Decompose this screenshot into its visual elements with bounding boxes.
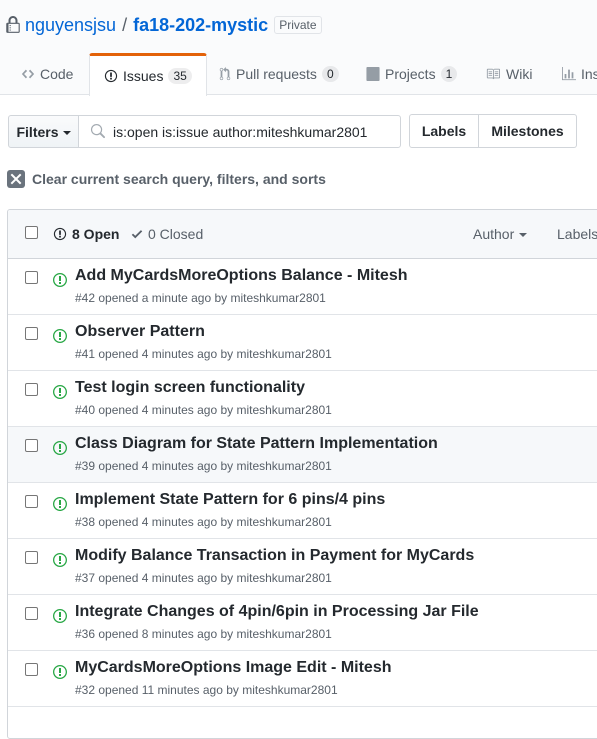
closed-issues-toggle[interactable]: 0 Closed bbox=[131, 226, 203, 242]
issue-opened-icon bbox=[53, 497, 67, 511]
issue-opened-icon bbox=[53, 273, 67, 287]
issue-row[interactable]: Add MyCardsMoreOptions Balance - Mitesh #… bbox=[8, 259, 597, 315]
tab-projects[interactable]: Projects 1 bbox=[352, 53, 471, 95]
issue-row[interactable]: Class Diagram for State Pattern Implemen… bbox=[8, 427, 597, 483]
tab-insights-label: Ins bbox=[581, 66, 597, 82]
issue-opened-icon bbox=[53, 441, 67, 455]
issue-checkbox[interactable] bbox=[25, 271, 38, 284]
issue-meta: #41 opened 4 minutes ago by miteshkumar2… bbox=[75, 347, 332, 361]
close-icon bbox=[7, 170, 25, 188]
issue-meta: #39 opened 4 minutes ago by miteshkumar2… bbox=[75, 459, 332, 473]
tab-pull-requests-label: Pull requests bbox=[236, 66, 317, 82]
tab-code[interactable]: Code bbox=[7, 53, 87, 95]
issue-rows: Add MyCardsMoreOptions Balance - Mitesh #… bbox=[8, 259, 597, 707]
issue-row[interactable]: Implement State Pattern for 6 pins/4 pin… bbox=[8, 483, 597, 539]
issues-search-input[interactable] bbox=[113, 123, 393, 140]
private-badge: Private bbox=[274, 16, 322, 34]
issue-title-link[interactable]: Add MyCardsMoreOptions Balance - Mitesh bbox=[75, 267, 408, 285]
repo-header: nguyensjsu / fa18-202-mystic Private Cod… bbox=[0, 0, 597, 96]
open-issues-toggle[interactable]: 8 Open bbox=[53, 226, 119, 242]
issue-checkbox[interactable] bbox=[25, 327, 38, 340]
filters-button-label: Filters bbox=[16, 123, 59, 140]
issue-opened-icon bbox=[53, 609, 67, 623]
repo-name-link[interactable]: fa18-202-mystic bbox=[133, 15, 268, 36]
search-icon bbox=[90, 124, 105, 139]
repo-nav-tabs: Code Issues 35 Pull requests 0 Projects … bbox=[0, 53, 597, 96]
closed-count-label: 0 Closed bbox=[148, 226, 204, 242]
issue-meta: #37 opened 4 minutes ago by miteshkumar2… bbox=[75, 571, 332, 585]
filters-button[interactable]: Filters bbox=[8, 115, 79, 148]
caret-down-icon bbox=[62, 130, 71, 135]
labels-filter-dropdown[interactable]: Labels bbox=[557, 226, 597, 242]
book-icon bbox=[486, 68, 500, 80]
tab-code-label: Code bbox=[40, 66, 74, 82]
tab-insights[interactable]: Ins bbox=[548, 53, 597, 95]
clear-filters-link[interactable]: Clear current search query, filters, and… bbox=[7, 170, 326, 188]
issue-row[interactable]: Observer Pattern #41 opened 4 minutes ago… bbox=[8, 315, 597, 371]
issue-checkbox[interactable] bbox=[25, 439, 38, 452]
tab-issues-label: Issues bbox=[123, 68, 164, 84]
issue-row[interactable]: Modify Balance Transaction in Payment fo… bbox=[8, 539, 597, 595]
project-icon bbox=[366, 67, 380, 81]
tab-wiki-label: Wiki bbox=[506, 66, 533, 82]
issue-title-link[interactable]: Modify Balance Transaction in Payment fo… bbox=[75, 547, 474, 565]
issue-opened-icon bbox=[53, 553, 67, 567]
pull-requests-count-badge: 0 bbox=[321, 66, 339, 82]
issue-checkbox[interactable] bbox=[25, 495, 38, 508]
issue-checkbox[interactable] bbox=[25, 663, 38, 676]
open-count-label: 8 Open bbox=[72, 226, 120, 242]
issue-title-link[interactable]: Observer Pattern bbox=[75, 323, 205, 341]
lock-icon bbox=[6, 16, 20, 33]
issue-meta: #38 opened 4 minutes ago by miteshkumar2… bbox=[75, 515, 332, 529]
issue-title-link[interactable]: Implement State Pattern for 6 pins/4 pin… bbox=[75, 491, 385, 509]
issue-meta: #32 opened 11 minutes ago by miteshkumar… bbox=[75, 683, 338, 697]
check-icon bbox=[131, 230, 143, 239]
issue-checkbox[interactable] bbox=[25, 551, 38, 564]
repo-title: nguyensjsu / fa18-202-mystic Private bbox=[6, 13, 322, 37]
projects-count-badge: 1 bbox=[440, 66, 458, 82]
author-filter-label: Author bbox=[473, 226, 515, 242]
issue-opened-icon bbox=[53, 665, 67, 679]
graph-icon bbox=[562, 67, 576, 81]
tab-issues[interactable]: Issues 35 bbox=[89, 53, 207, 96]
git-pull-request-icon bbox=[219, 67, 231, 81]
labels-milestones-group: Labels Milestones bbox=[409, 114, 577, 148]
tab-pull-requests[interactable]: Pull requests 0 bbox=[205, 53, 353, 95]
milestones-button[interactable]: Milestones bbox=[479, 114, 577, 148]
issues-count-badge: 35 bbox=[168, 68, 192, 84]
code-icon bbox=[21, 69, 35, 79]
select-all-checkbox[interactable] bbox=[25, 226, 38, 239]
repo-owner-link[interactable]: nguyensjsu bbox=[25, 15, 116, 36]
tab-projects-label: Projects bbox=[385, 66, 436, 82]
tab-wiki[interactable]: Wiki bbox=[471, 53, 546, 95]
issue-row[interactable]: Test login screen functionality #40 opene… bbox=[8, 371, 597, 427]
issue-opened-icon bbox=[53, 385, 67, 399]
issue-checkbox[interactable] bbox=[25, 383, 38, 396]
issue-checkbox[interactable] bbox=[25, 607, 38, 620]
issue-title-link[interactable]: Class Diagram for State Pattern Implemen… bbox=[75, 435, 438, 453]
issue-opened-icon bbox=[53, 227, 67, 241]
issues-list-header: 8 Open 0 Closed Author Labels bbox=[8, 210, 597, 259]
author-filter-dropdown[interactable]: Author bbox=[473, 226, 528, 242]
repo-separator: / bbox=[122, 14, 128, 35]
caret-down-icon bbox=[519, 233, 528, 237]
issue-opened-icon bbox=[53, 329, 67, 343]
issue-title-link[interactable]: Test login screen functionality bbox=[75, 379, 305, 397]
issue-row[interactable]: MyCardsMoreOptions Image Edit - Mitesh #3… bbox=[8, 651, 597, 707]
issues-list-box: 8 Open 0 Closed Author Labels Add MyCard… bbox=[7, 209, 597, 739]
issue-row[interactable]: Integrate Changes of 4pin/6pin in Proces… bbox=[8, 595, 597, 651]
issue-meta: #40 opened 4 minutes ago by miteshkumar2… bbox=[75, 403, 332, 417]
issue-title-link[interactable]: Integrate Changes of 4pin/6pin in Proces… bbox=[75, 603, 479, 621]
issue-opened-icon bbox=[104, 69, 118, 83]
labels-button[interactable]: Labels bbox=[409, 114, 479, 148]
issues-search-box bbox=[78, 115, 401, 148]
issue-title-link[interactable]: MyCardsMoreOptions Image Edit - Mitesh bbox=[75, 659, 391, 677]
clear-filters-label: Clear current search query, filters, and… bbox=[32, 171, 326, 187]
issue-meta: #36 opened 8 minutes ago by miteshkumar2… bbox=[75, 627, 332, 641]
issue-meta: #42 opened a minute ago by miteshkumar28… bbox=[75, 291, 326, 305]
